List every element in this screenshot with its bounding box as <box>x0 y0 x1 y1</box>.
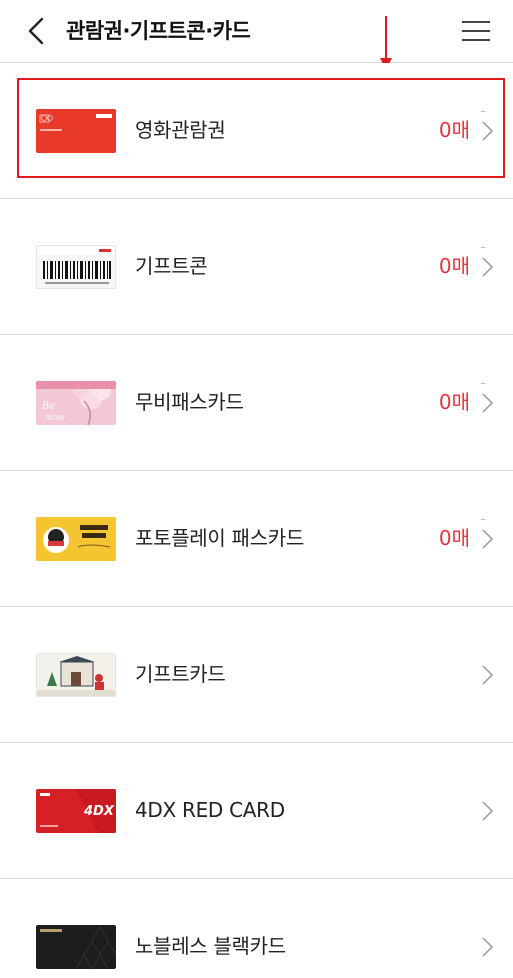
page-title: 관람권·기프트콘·카드 <box>66 19 251 43</box>
top-bar: 관람권·기프트콘·카드 <box>0 0 513 63</box>
list-item-label: 기프트카드 <box>135 662 226 686</box>
list-item-label: 무비패스카드 <box>135 390 244 414</box>
svg-text:mine: mine <box>45 413 65 422</box>
chevron-right-icon <box>482 257 494 277</box>
card-list: 영화관람권 0매 기프트콘 0매 Be mine 무비패스카드 0매 포토플레이… <box>0 63 513 978</box>
list-item-giftcon[interactable]: 기프트콘 0매 <box>0 199 513 335</box>
chevron-right-icon <box>482 937 494 957</box>
chevron-right-icon <box>482 393 494 413</box>
divider-mark <box>481 247 485 248</box>
hamburger-menu-icon[interactable] <box>458 14 494 48</box>
list-item-label: 기프트콘 <box>135 254 208 278</box>
item-count: 0매 <box>438 118 470 142</box>
divider-mark <box>481 383 485 384</box>
list-item-label: 노블레스 블랙카드 <box>135 934 286 958</box>
divider-mark <box>481 111 485 112</box>
item-count: 0매 <box>438 254 470 278</box>
list-item-photoplay-pass-card[interactable]: 포토플레이 패스카드 0매 <box>0 471 513 607</box>
list-item-moviepass-card[interactable]: Be mine 무비패스카드 0매 <box>0 335 513 471</box>
list-item-movie-ticket[interactable]: 영화관람권 0매 <box>0 63 513 199</box>
chevron-right-icon <box>482 801 494 821</box>
item-count: 0매 <box>438 390 470 414</box>
4dx-red-card-thumbnail: 4DX <box>36 789 116 833</box>
back-chevron-icon[interactable] <box>22 14 56 48</box>
list-item-label: 4DX RED CARD <box>135 798 285 822</box>
moviepass-card-thumbnail: Be mine <box>36 381 116 425</box>
movie-ticket-thumbnail <box>36 109 116 153</box>
photoplay-pass-card-thumbnail <box>36 517 116 561</box>
list-item-4dx-red-card[interactable]: 4DX 4DX RED CARD <box>0 743 513 879</box>
list-item-noblesse-black-card[interactable]: 노블레스 블랙카드 <box>0 879 513 978</box>
list-item-label: 포토플레이 패스카드 <box>135 526 304 550</box>
noblesse-black-card-thumbnail <box>36 925 116 969</box>
svg-text:4DX: 4DX <box>83 804 115 819</box>
chevron-right-icon <box>482 121 494 141</box>
item-count: 0매 <box>438 526 470 550</box>
svg-text:Be: Be <box>41 401 55 412</box>
giftcon-thumbnail <box>36 245 116 289</box>
divider-mark <box>481 519 485 520</box>
chevron-right-icon <box>482 665 494 685</box>
list-item-gift-card[interactable]: 기프트카드 <box>0 607 513 743</box>
list-item-label: 영화관람권 <box>135 118 226 142</box>
chevron-right-icon <box>482 529 494 549</box>
gift-card-thumbnail <box>36 653 116 697</box>
